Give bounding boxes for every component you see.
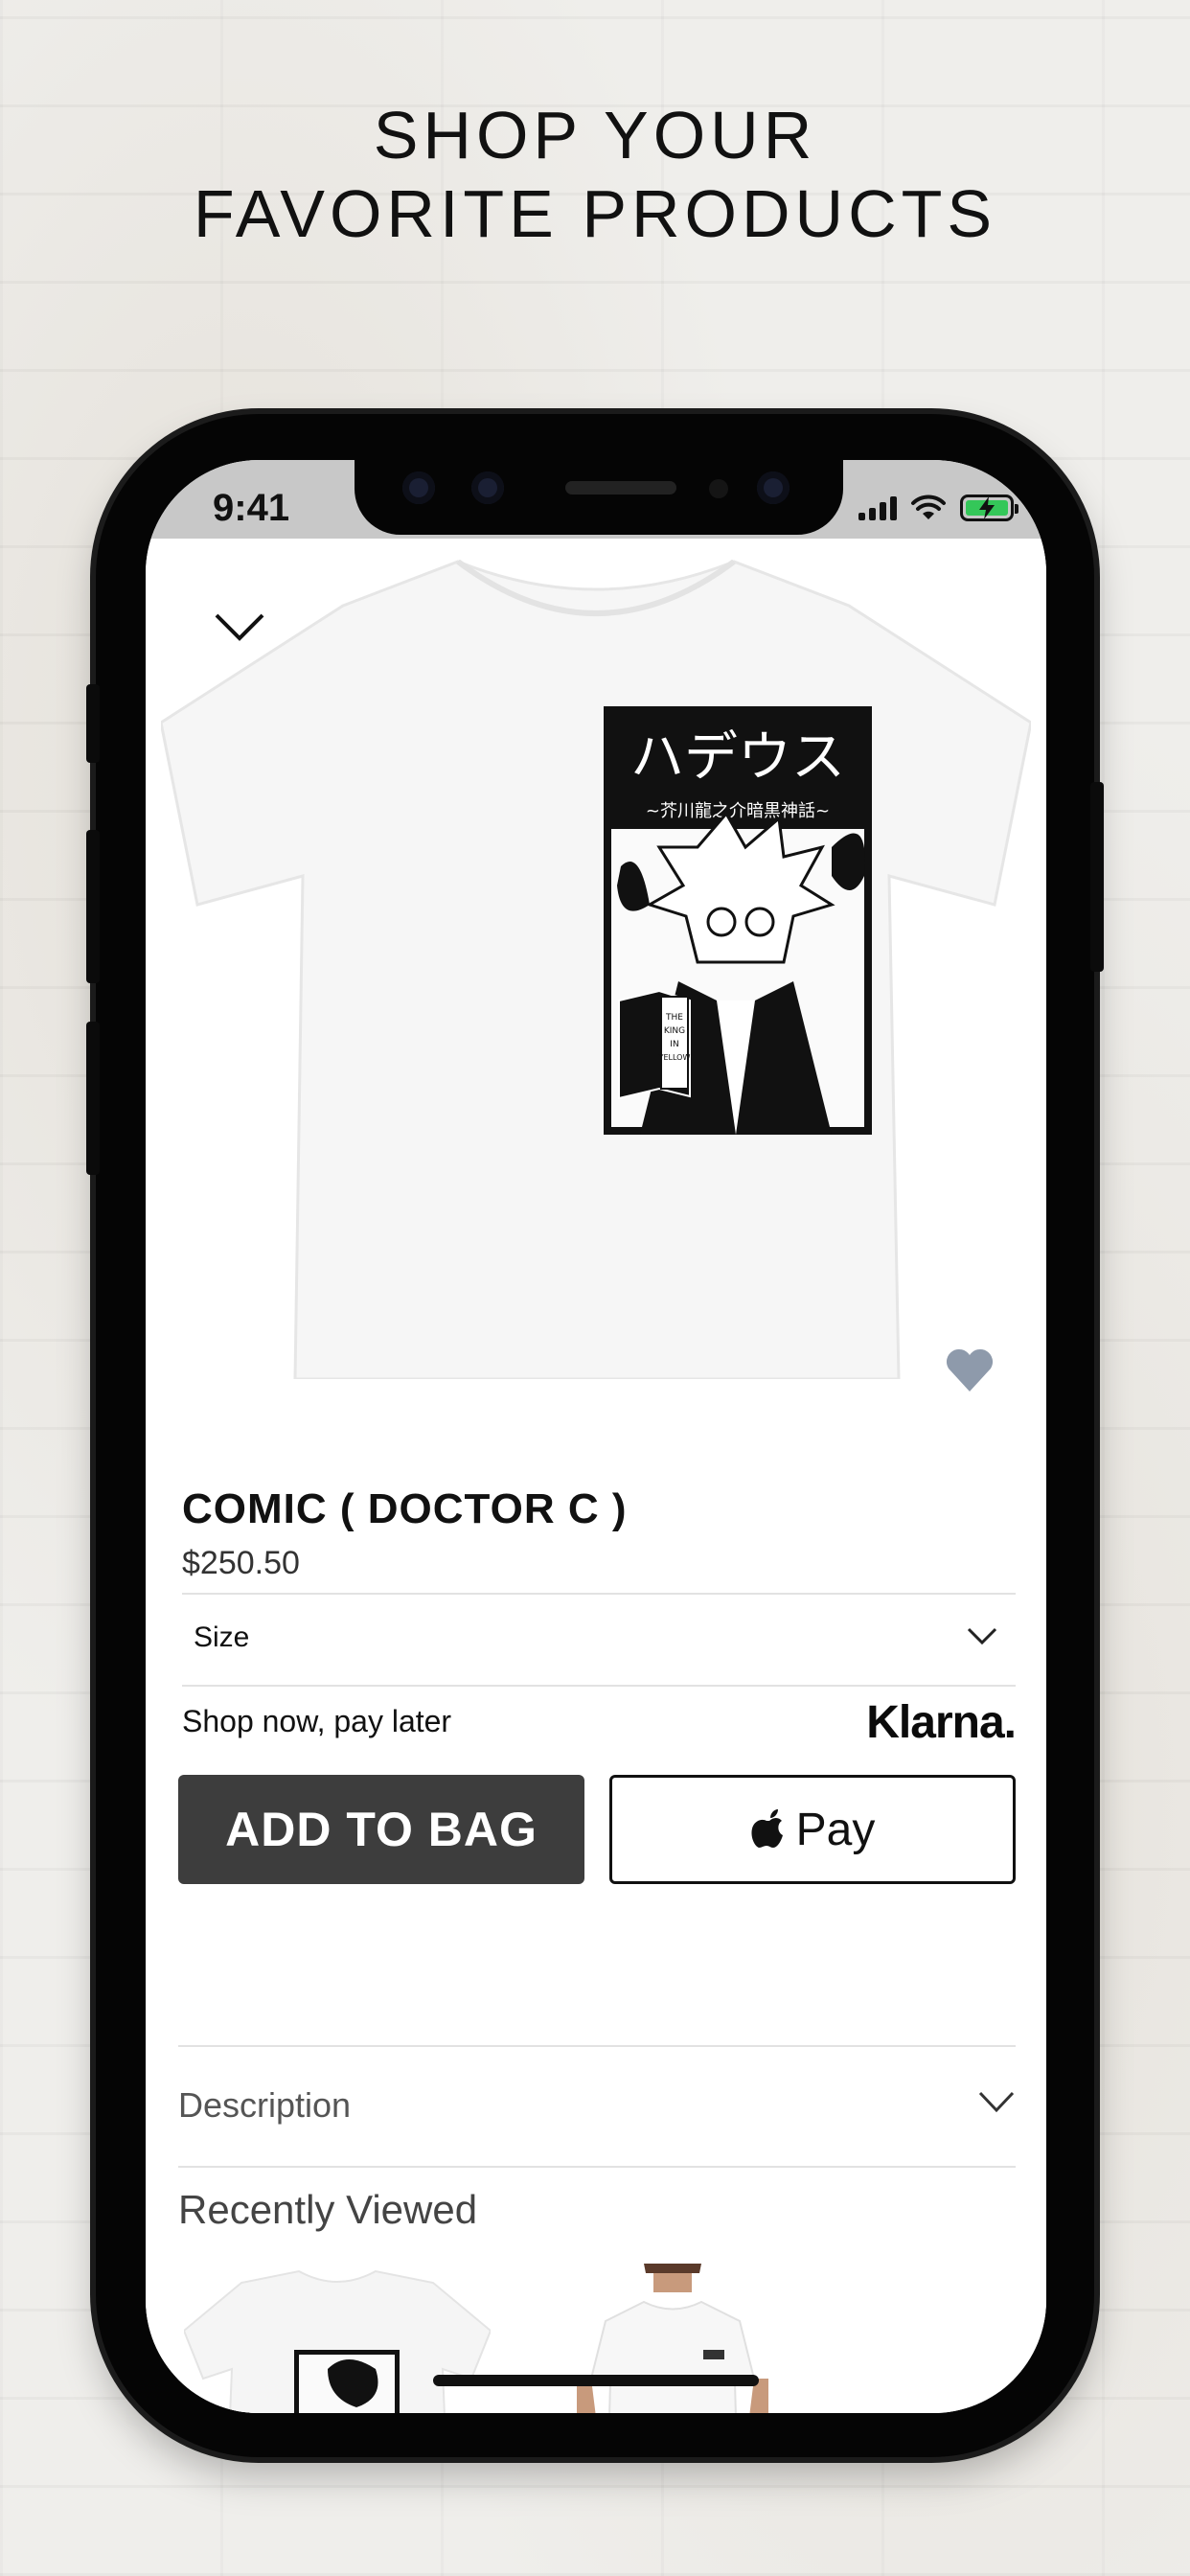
chevron-down-icon [978,2091,1015,2113]
front-camera-icon [757,472,790,504]
product-detail-page: ハデウス ~芥川龍之介暗黒神話~ THE KING IN YELLOW COMI [146,539,1046,2413]
wifi-icon [911,494,946,519]
model-tshirt-thumbnail [577,2264,768,2413]
svg-text:YELLOW: YELLOW [658,1053,691,1062]
product-image: ハデウス ~芥川龍之介暗黒神話~ THE KING IN YELLOW [161,560,1031,1379]
recently-viewed-item[interactable] [184,2264,491,2413]
heart-icon[interactable] [943,1344,996,1397]
battery-charging-icon [960,494,1018,521]
headline-line-1: SHOP YOUR [373,98,817,172]
volume-up-button [86,830,100,983]
product-price: $250.50 [182,1545,300,1581]
svg-text:KING: KING [664,1026,685,1036]
home-indicator[interactable] [433,2375,759,2386]
divider [178,2166,1016,2168]
size-selector[interactable]: Size [182,1593,1016,1685]
camera-icon [471,472,504,504]
svg-text:ハデウス: ハデウス [630,726,845,789]
chevron-down-icon [967,1627,997,1645]
volume-down-button [86,1022,100,1175]
apple-logo-icon [751,1809,783,1848]
svg-text:~芥川龍之介暗黒神話~: ~芥川龍之介暗黒神話~ [646,801,830,821]
notch [355,460,843,535]
proximity-sensor [709,479,728,498]
power-button [1090,782,1104,972]
recently-viewed-item[interactable] [548,2264,855,2413]
klarna-row[interactable]: Shop now, pay later Klarna. [182,1687,1017,1754]
phone-screen: 9:41 ハデウス ~芥川龍之介暗黒神話~ THE KING IN YELLOW… [146,460,1046,2413]
status-bar: 9:41 [146,460,1046,539]
apple-pay-label: Pay [795,1804,876,1855]
camera-icon [402,472,435,504]
size-label: Size [194,1622,250,1653]
status-icons [858,494,1018,521]
svg-text:IN: IN [670,1040,678,1049]
klarna-text: Shop now, pay later [182,1704,452,1738]
headline-line-2: FAVORITE PRODUCTS [193,176,997,251]
description-accordion[interactable]: Description [178,2045,1016,2164]
add-to-bag-button[interactable]: ADD TO BAG [178,1775,584,1884]
signal-icon [858,495,897,520]
product-name: COMIC ( DOCTOR C ) [182,1485,628,1532]
tshirt-thumbnail [184,2269,491,2413]
status-time: 9:41 [213,487,290,529]
klarna-logo: Klarna. [866,1697,1017,1748]
speaker-grille [565,481,676,494]
mute-switch [86,684,100,763]
svg-text:THE: THE [665,1013,683,1023]
chevron-down-icon[interactable] [211,608,268,646]
description-label: Description [178,2085,352,2125]
apple-pay-button[interactable]: Pay [609,1775,1016,1884]
marketing-headline: SHOP YOUR FAVORITE PRODUCTS [0,96,1190,253]
recently-viewed-title: Recently Viewed [178,2187,478,2232]
